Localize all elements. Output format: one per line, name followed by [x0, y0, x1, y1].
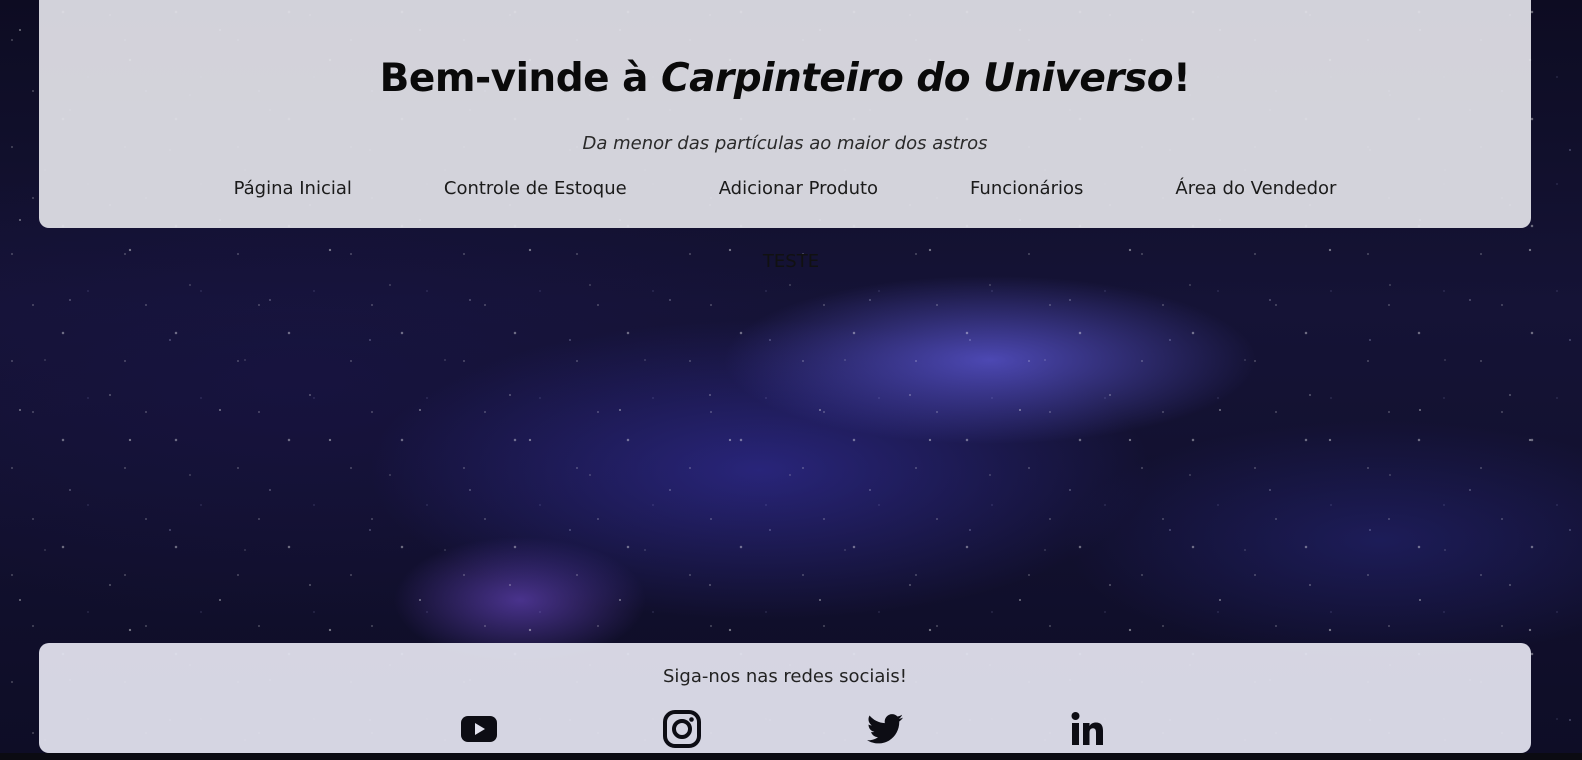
title-prefix: Bem-vinde à: [379, 56, 662, 101]
follow-us-text: Siga-nos nas redes sociais!: [662, 666, 908, 687]
linkedin-icon: [1071, 711, 1107, 747]
nav-link-area-do-vendedor[interactable]: Área do Vendedor: [1175, 178, 1336, 199]
site-header: Bem-vinde à Carpinteiro do Universo! Da …: [39, 0, 1531, 228]
site-footer: Siga-nos nas redes sociais!: [39, 643, 1531, 753]
nav-link-pagina-inicial[interactable]: Página Inicial: [234, 178, 352, 199]
nav-link-funcionarios[interactable]: Funcionários: [970, 178, 1083, 199]
page-bottom-edge: [0, 753, 1582, 760]
social-links: [39, 709, 1531, 753]
nav-link-adicionar-produto[interactable]: Adicionar Produto: [719, 178, 878, 199]
page-title: Bem-vinde à Carpinteiro do Universo!: [39, 56, 1531, 101]
nav-link-controle-de-estoque[interactable]: Controle de Estoque: [444, 178, 627, 199]
main-content-text: TESTE: [762, 251, 820, 272]
instagram-link[interactable]: [662, 709, 702, 749]
youtube-icon: [461, 716, 497, 742]
twitter-link[interactable]: [865, 709, 905, 749]
youtube-link[interactable]: [459, 709, 499, 749]
twitter-icon: [867, 714, 903, 744]
title-suffix: !: [1173, 56, 1191, 101]
instagram-icon: [663, 710, 701, 748]
brand-name: Carpinteiro do Universo: [661, 56, 1174, 101]
tagline: Da menor das partículas ao maior dos ast…: [582, 133, 988, 154]
main-nav: Página Inicial Controle de Estoque Adici…: [39, 178, 1531, 199]
linkedin-link[interactable]: [1069, 709, 1109, 749]
